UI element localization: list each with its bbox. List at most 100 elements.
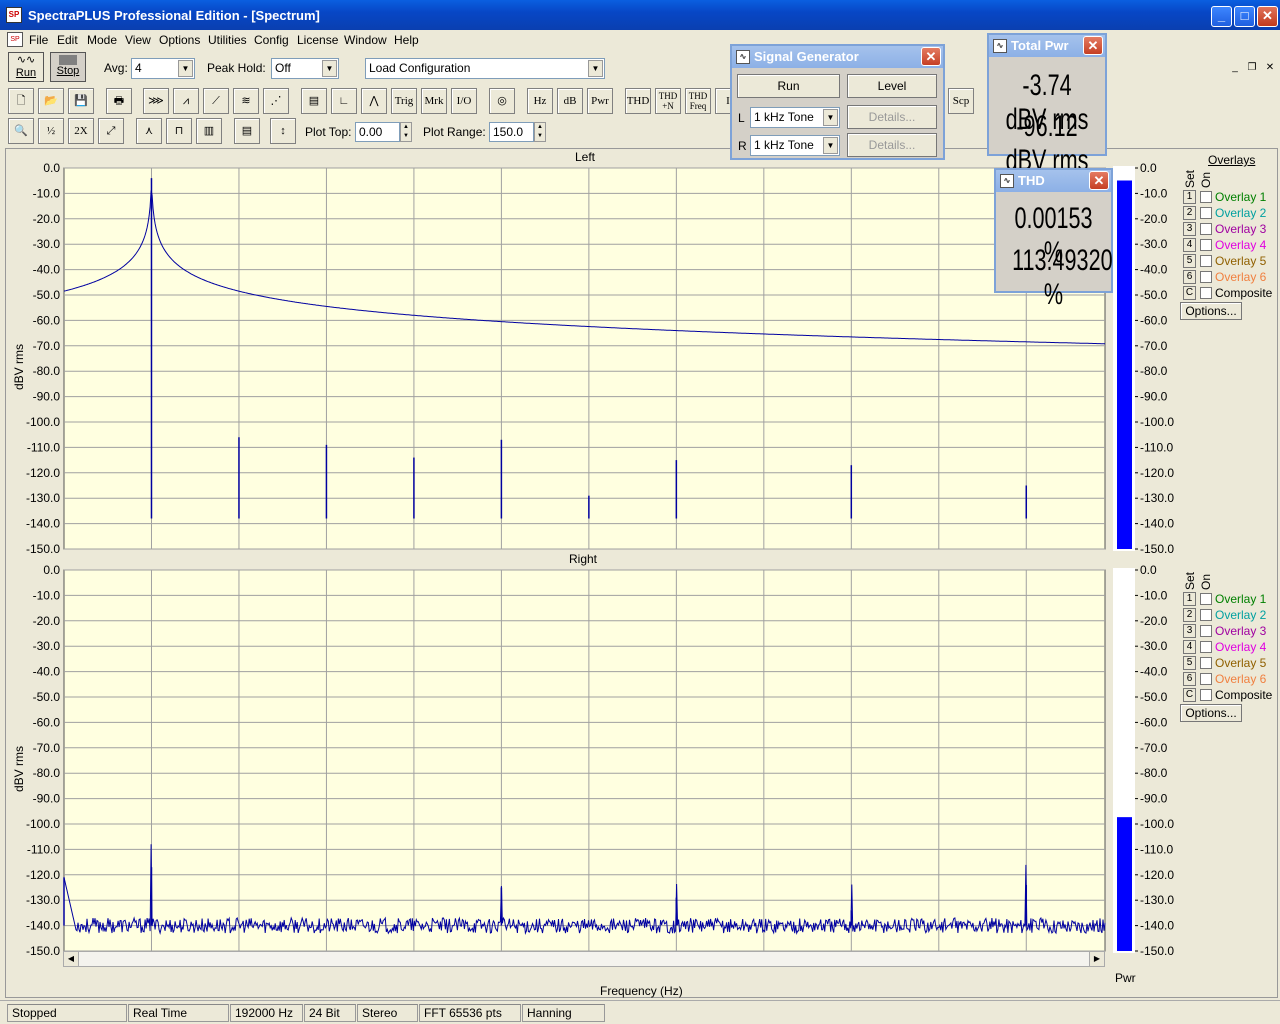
overlay-on-checkbox[interactable]	[1200, 609, 1212, 621]
overlay-set-button[interactable]: 5	[1183, 254, 1196, 268]
generator-run-button[interactable]: Run	[737, 74, 840, 98]
load-config-select[interactable]: Load Configuration ▼	[365, 58, 605, 79]
thdn-button[interactable]: THD +N	[655, 88, 681, 114]
print-icon[interactable]: 🖶	[106, 88, 132, 114]
run-button[interactable]: ∿∿ Run	[8, 52, 44, 82]
plot-range-input[interactable]: 150.0 ▲ ▼	[489, 122, 546, 142]
mdi-restore-button[interactable]: ❐	[1244, 62, 1260, 76]
overlay-on-checkbox[interactable]	[1200, 223, 1212, 235]
total-pwr-titlebar[interactable]: ∿ Total Pwr ✕	[989, 35, 1105, 57]
zoom-in-2x-icon[interactable]: ½	[38, 118, 64, 144]
overlay-on-checkbox[interactable]	[1200, 625, 1212, 637]
3d-surface-icon[interactable]: ⋰	[263, 88, 289, 114]
overlay-on-checkbox[interactable]	[1200, 239, 1212, 251]
app-icon[interactable]: SP	[6, 7, 22, 23]
ruler-icon[interactable]: ▤	[301, 88, 327, 114]
maximize-button[interactable]: □	[1234, 6, 1255, 27]
overlay-set-button[interactable]: 4	[1183, 640, 1196, 654]
autoscale-icon[interactable]: ↕	[270, 118, 296, 144]
save-icon[interactable]: 💾	[68, 88, 94, 114]
line-plot-icon[interactable]: ⋏	[136, 118, 162, 144]
thd-freq-button[interactable]: THD Freq	[685, 88, 711, 114]
close-icon[interactable]: ✕	[1089, 171, 1109, 190]
generator-level-button[interactable]: Level	[847, 74, 937, 98]
overlay-on-checkbox[interactable]	[1200, 271, 1212, 283]
overlay-set-button[interactable]: 2	[1183, 206, 1196, 220]
overlay-set-button[interactable]: 1	[1183, 592, 1196, 606]
overlay-set-button[interactable]: 6	[1183, 672, 1196, 686]
overlay-set-button[interactable]: 4	[1183, 238, 1196, 252]
overlay-set-button[interactable]: 5	[1183, 656, 1196, 670]
menu-file[interactable]: File	[29, 33, 48, 47]
overlay-on-checkbox[interactable]	[1200, 287, 1212, 299]
overlay-options-button[interactable]: Options...	[1180, 704, 1242, 722]
close-icon[interactable]: ✕	[921, 47, 941, 66]
overlay-options-button[interactable]: Options...	[1180, 302, 1242, 320]
menu-view[interactable]: View	[125, 33, 151, 47]
scroll-left-icon[interactable]: ◀	[64, 952, 79, 966]
overlay-set-button[interactable]: C	[1183, 688, 1196, 702]
overlay-on-checkbox[interactable]	[1200, 673, 1212, 685]
overlay-set-button[interactable]: C	[1183, 286, 1196, 300]
new-file-icon[interactable]: 🗋	[8, 88, 34, 114]
overlay-on-checkbox[interactable]	[1200, 207, 1212, 219]
doc-icon[interactable]: SP	[7, 32, 23, 47]
axis-icon[interactable]: ∟	[331, 88, 357, 114]
peak-icon[interactable]: ⋀	[361, 88, 387, 114]
trig-button[interactable]: Trig	[391, 88, 417, 114]
menu-mode[interactable]: Mode	[87, 33, 117, 47]
chevron-down-icon[interactable]: ▼	[823, 109, 838, 126]
menu-config[interactable]: Config	[254, 33, 289, 47]
spectrogram-icon[interactable]: ≋	[233, 88, 259, 114]
step-plot-icon[interactable]: ⊓	[166, 118, 192, 144]
chevron-down-icon[interactable]: ▼	[588, 60, 603, 77]
chevron-down-icon[interactable]: ▼	[322, 60, 337, 77]
menu-help[interactable]: Help	[394, 33, 419, 47]
signal-generator-titlebar[interactable]: ∿ Signal Generator ✕	[732, 46, 943, 68]
zoom-out-full-icon[interactable]: ⤢	[98, 118, 124, 144]
zoom-icon[interactable]: 🔍	[8, 118, 34, 144]
menu-options[interactable]: Options	[159, 33, 200, 47]
overlay-on-checkbox[interactable]	[1200, 657, 1212, 669]
menu-edit[interactable]: Edit	[57, 33, 78, 47]
thd-button[interactable]: THD	[625, 88, 651, 114]
zoom-in-icon[interactable]: 2X	[68, 118, 94, 144]
spectrum-icon[interactable]: ⩘	[173, 88, 199, 114]
right-details-button[interactable]: Details...	[847, 133, 937, 157]
chevron-down-icon[interactable]: ▼	[823, 137, 838, 154]
chevron-down-icon[interactable]: ▼	[178, 60, 193, 77]
spin-arrows-icon[interactable]: ▲ ▼	[534, 122, 546, 142]
close-button[interactable]: ✕	[1257, 6, 1278, 27]
minimize-button[interactable]: _	[1211, 6, 1232, 27]
right-spectrum-plot[interactable]: 0.0 0.0 -10.0 -10.0 -20.0 -20.0 -30.0 -30.0 -40.…	[0, 562, 1180, 962]
overlay-set-button[interactable]: 1	[1183, 190, 1196, 204]
overlay-on-checkbox[interactable]	[1200, 641, 1212, 653]
overlay-set-button[interactable]: 3	[1183, 624, 1196, 638]
scroll-right-icon[interactable]: ▶	[1089, 952, 1104, 966]
overlay-on-checkbox[interactable]	[1200, 191, 1212, 203]
db-button[interactable]: dB	[557, 88, 583, 114]
spin-arrows-icon[interactable]: ▲ ▼	[400, 122, 412, 142]
overlay-on-checkbox[interactable]	[1200, 255, 1212, 267]
overlay-set-button[interactable]: 3	[1183, 222, 1196, 236]
list-icon[interactable]: ▤	[234, 118, 260, 144]
menu-license[interactable]: License	[297, 33, 338, 47]
mrk-button[interactable]: Mrk	[421, 88, 447, 114]
thd-titlebar[interactable]: ∿ THD ✕	[996, 170, 1111, 192]
peak-hold-select[interactable]: Off ▼	[271, 58, 339, 79]
generator-toggle-icon[interactable]: ◎	[489, 88, 515, 114]
stop-button[interactable]: Stop	[50, 52, 86, 82]
right-tone-select[interactable]: 1 kHz Tone ▼	[750, 135, 840, 156]
mdi-close-button[interactable]: ✕	[1262, 62, 1278, 76]
overlay-on-checkbox[interactable]	[1200, 593, 1212, 605]
io-button[interactable]: I/O	[451, 88, 477, 114]
hz-button[interactable]: Hz	[527, 88, 553, 114]
overlay-on-checkbox[interactable]	[1200, 689, 1212, 701]
scp-button[interactable]: Scp	[948, 88, 974, 114]
avg-select[interactable]: 4 ▼	[131, 58, 195, 79]
close-icon[interactable]: ✕	[1083, 36, 1103, 55]
overlay-set-button[interactable]: 2	[1183, 608, 1196, 622]
left-details-button[interactable]: Details...	[847, 105, 937, 129]
time-series-icon[interactable]: ⋙	[143, 88, 169, 114]
mdi-minimize-button[interactable]: _	[1227, 62, 1243, 76]
